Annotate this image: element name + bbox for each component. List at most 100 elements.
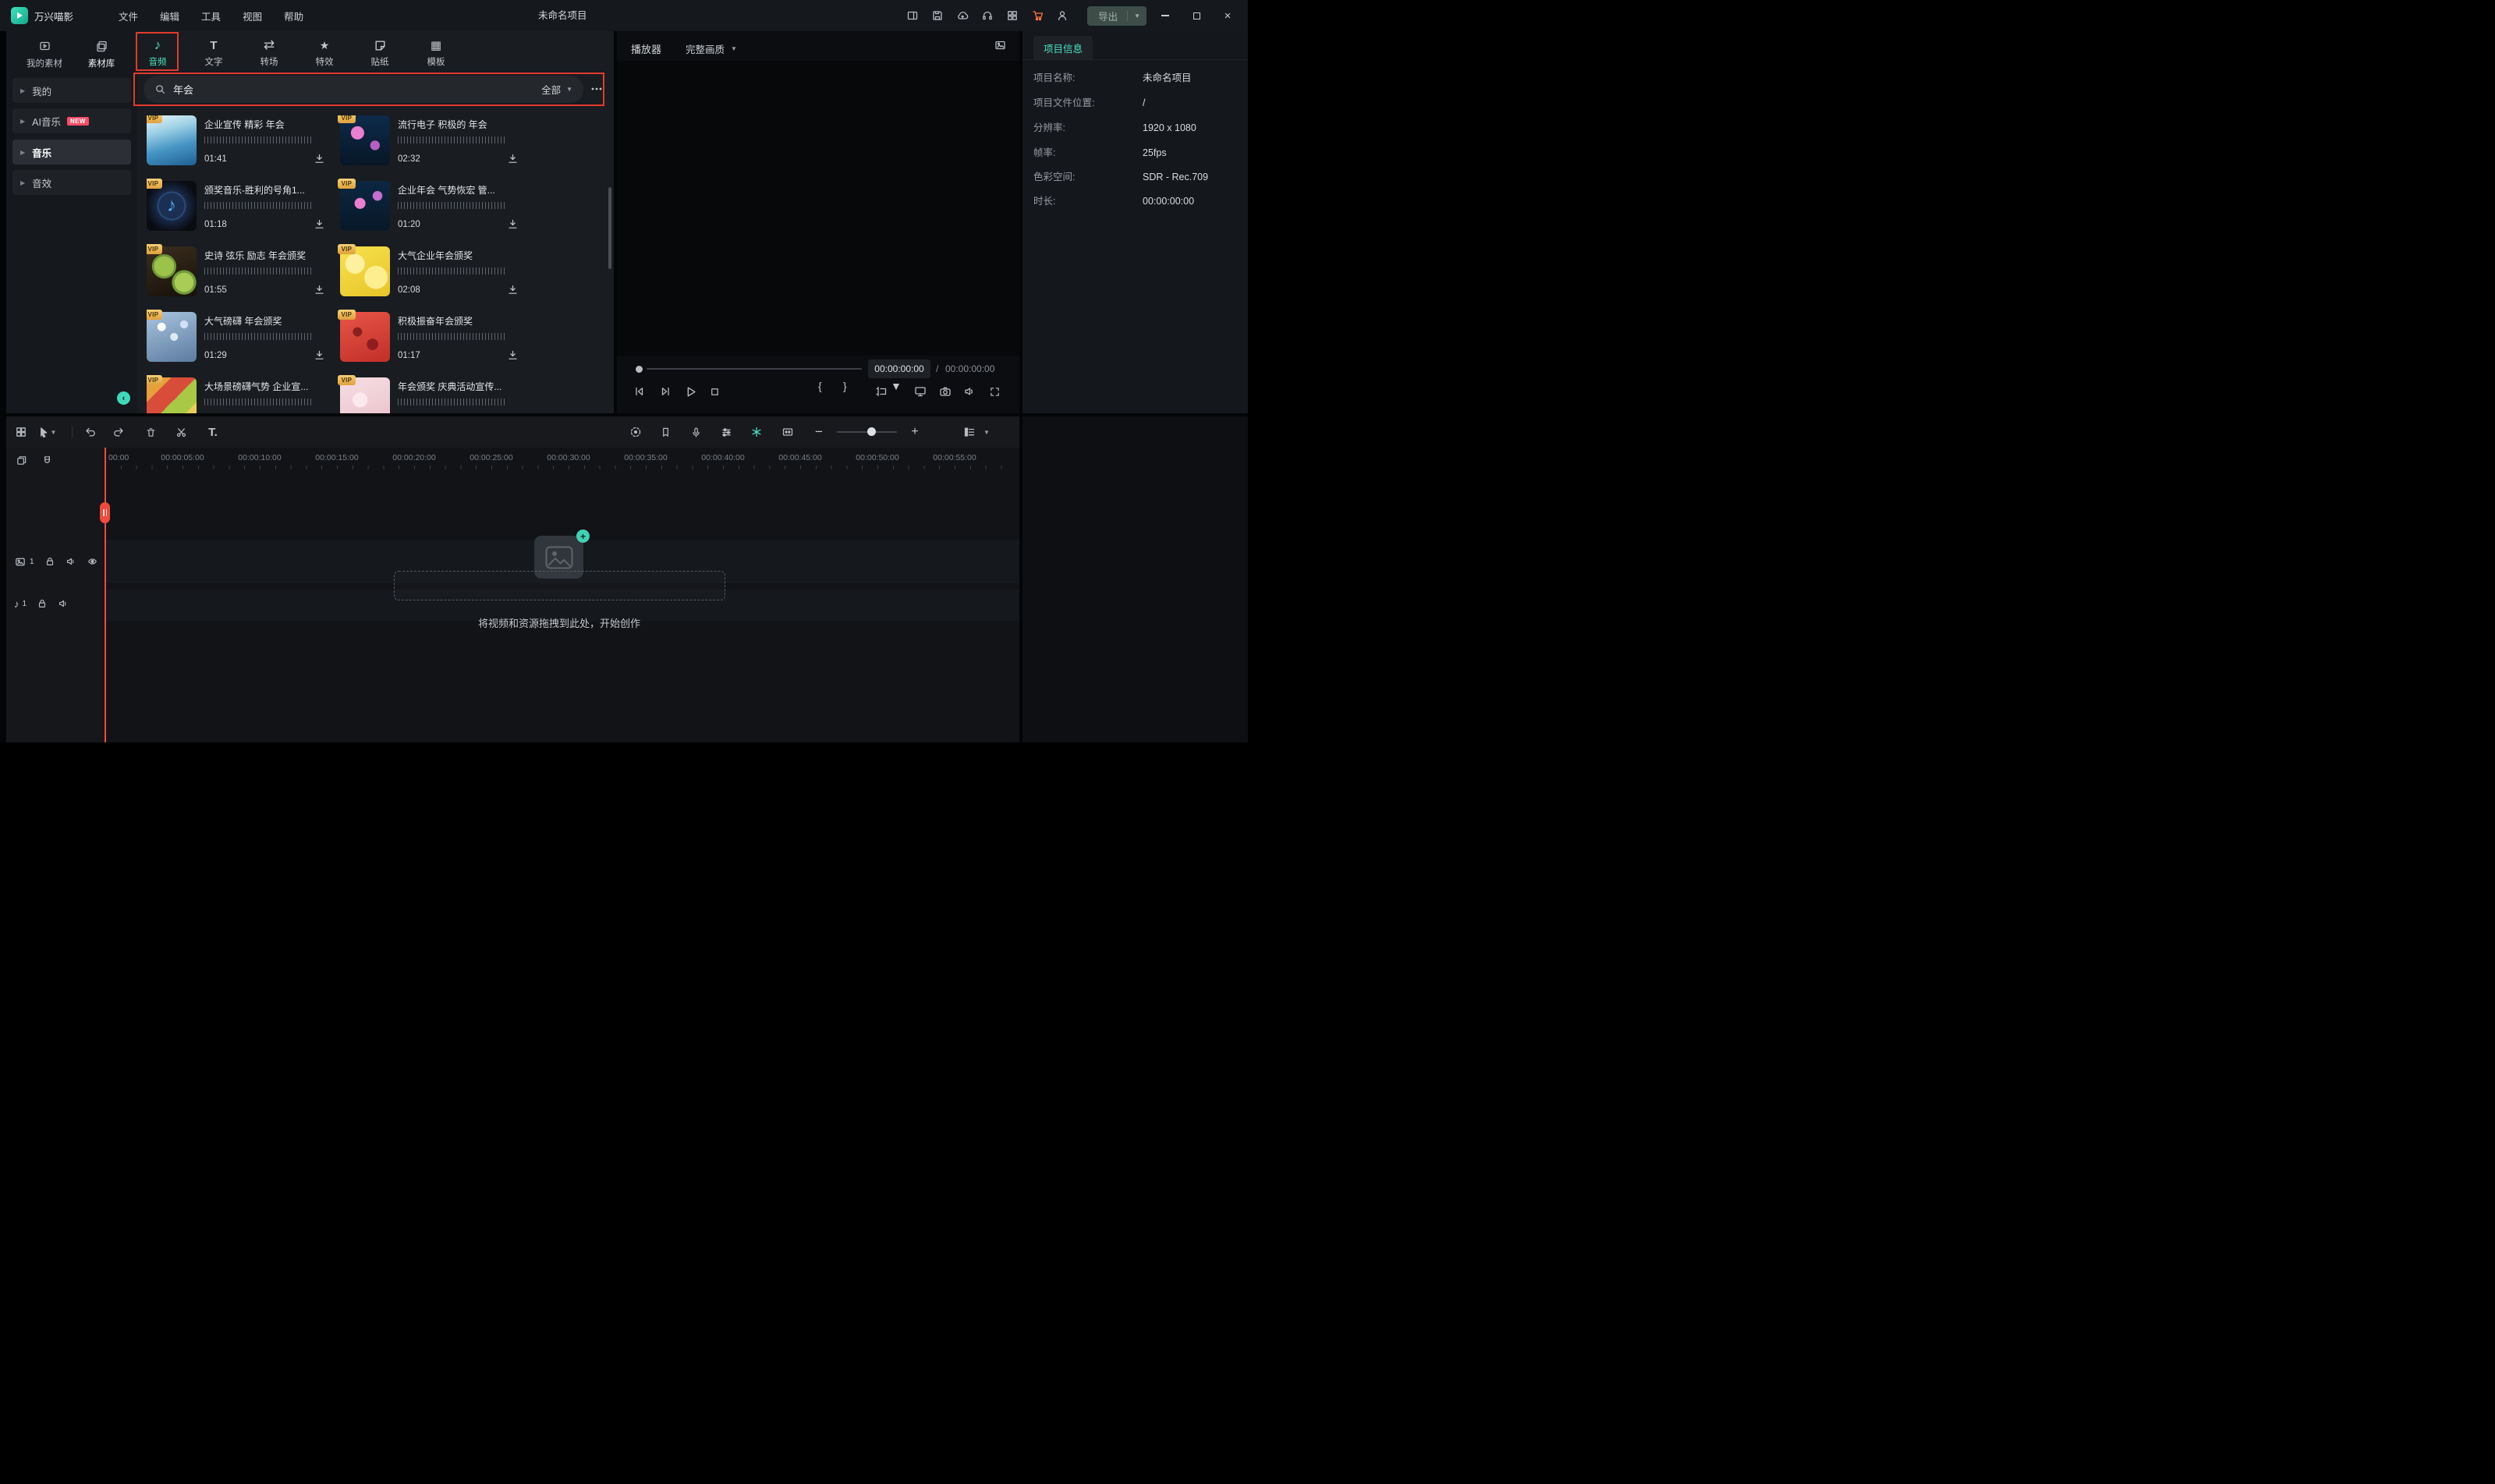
save-icon[interactable]: [928, 5, 947, 26]
pointer-tool-icon[interactable]: ▼: [36, 416, 58, 448]
tab-effects[interactable]: ★ 特效: [304, 37, 345, 68]
music-item[interactable]: VIP 积极振奋年会颁奖 01:17: [340, 312, 519, 362]
delete-icon[interactable]: [140, 416, 161, 448]
export-button[interactable]: 导出 ▼: [1087, 6, 1146, 26]
sidebar-item-sound-effects[interactable]: ▶ 音效: [12, 170, 131, 195]
tab-stickers[interactable]: 贴纸: [360, 37, 400, 68]
menu-view[interactable]: 视图: [243, 9, 262, 23]
app-logo-icon[interactable]: [11, 7, 28, 24]
display-output-icon[interactable]: [909, 380, 931, 403]
menu-edit[interactable]: 编辑: [160, 9, 179, 23]
more-options-icon[interactable]: [590, 83, 604, 95]
mark-out-icon[interactable]: }: [843, 380, 865, 403]
chevron-down-icon[interactable]: ▼: [891, 380, 900, 403]
tab-project-info[interactable]: 项目信息: [1033, 36, 1093, 59]
download-icon[interactable]: [314, 154, 324, 164]
zoom-slider-handle[interactable]: [867, 427, 876, 436]
keyframe-icon[interactable]: [746, 416, 767, 448]
voiceover-mic-icon[interactable]: [685, 416, 707, 448]
play-icon[interactable]: [679, 380, 701, 403]
media-browser-icon[interactable]: [10, 416, 32, 448]
split-scissors-icon[interactable]: [170, 416, 192, 448]
tab-text[interactable]: T 文字: [193, 37, 234, 68]
download-icon[interactable]: [314, 285, 324, 295]
search-input[interactable]: 年会 全部 ▼: [144, 76, 583, 103]
headset-support-icon[interactable]: [978, 5, 997, 26]
menu-tools[interactable]: 工具: [201, 9, 221, 23]
tab-transitions[interactable]: ⇄ 转场: [249, 37, 289, 68]
text-tool-icon[interactable]: T.: [202, 416, 224, 448]
undo-icon[interactable]: [79, 416, 101, 448]
track-manager-icon[interactable]: [959, 416, 980, 448]
zoom-in-icon[interactable]: +: [904, 416, 926, 448]
download-icon[interactable]: [508, 285, 518, 295]
magnet-snap-icon[interactable]: [37, 452, 56, 468]
sidebar-item-music[interactable]: ▶ 音乐: [12, 140, 131, 165]
timeline-drop-zone[interactable]: [394, 571, 725, 600]
auto-ripple-icon[interactable]: [777, 416, 799, 448]
redo-icon[interactable]: [108, 416, 130, 448]
apps-grid-icon[interactable]: [1003, 5, 1022, 26]
sidebar-item-mine[interactable]: ▶ 我的: [12, 78, 131, 103]
seek-handle[interactable]: [636, 366, 643, 373]
expand-arrow-icon[interactable]: ▶: [20, 149, 25, 156]
collapse-sidebar-button[interactable]: ‹: [117, 391, 130, 405]
account-icon[interactable]: [1053, 5, 1072, 26]
search-filter-dropdown[interactable]: 全部 ▼: [541, 82, 572, 97]
duplicate-icon[interactable]: [12, 452, 30, 468]
tab-audio[interactable]: ♪ 音频: [137, 37, 178, 68]
mute-track-icon[interactable]: [58, 598, 69, 609]
audio-mixer-icon[interactable]: [715, 416, 737, 448]
lock-icon[interactable]: [44, 556, 55, 567]
music-item[interactable]: VIP 流行电子 积极的 年会 02:32: [340, 115, 519, 165]
seek-bar[interactable]: [647, 368, 862, 370]
crop-ratio-icon[interactable]: [870, 380, 892, 403]
mark-in-icon[interactable]: {: [818, 380, 840, 403]
music-item[interactable]: VIP 年会颁奖 庆典活动宣传...: [340, 377, 519, 413]
timeline-ruler[interactable]: 00:00 00:00:05:00 00:00:10:00 00:00:15:0…: [6, 448, 1019, 469]
expand-arrow-icon[interactable]: ▶: [20, 118, 25, 125]
fullscreen-icon[interactable]: [983, 380, 1005, 403]
music-item[interactable]: VIP 大气企业年会颁奖 02:08: [340, 246, 519, 296]
render-preview-icon[interactable]: [625, 416, 647, 448]
compare-view-icon[interactable]: [994, 39, 1007, 51]
music-item[interactable]: VIP 企业宣传 精彩 年会 01:41: [147, 115, 326, 165]
add-media-plus-icon[interactable]: +: [576, 529, 590, 543]
cloud-upload-icon[interactable]: [953, 5, 972, 26]
menu-file[interactable]: 文件: [119, 9, 138, 23]
music-item[interactable]: VIP 史诗 弦乐 励志 年会颁奖 01:55: [147, 246, 326, 296]
mute-track-icon[interactable]: [66, 556, 76, 567]
tab-my-media[interactable]: 我的素材: [17, 38, 72, 69]
tab-stock-media[interactable]: 素材库: [74, 38, 129, 69]
lock-icon[interactable]: [37, 598, 48, 609]
previous-frame-icon[interactable]: [629, 380, 650, 403]
maximize-button[interactable]: [1184, 5, 1209, 26]
scrollbar-thumb[interactable]: [608, 187, 611, 269]
close-button[interactable]: ×: [1215, 5, 1240, 26]
music-item[interactable]: VIP 颁奖音乐-胜利的号角1... 01:18: [147, 181, 326, 231]
stop-icon[interactable]: [703, 380, 725, 403]
quality-dropdown[interactable]: 完整画质 ▼: [686, 41, 737, 56]
download-icon[interactable]: [508, 154, 518, 164]
next-frame-icon[interactable]: [654, 380, 676, 403]
expand-arrow-icon[interactable]: ▶: [20, 179, 25, 186]
export-chevron-down-icon[interactable]: ▼: [1128, 12, 1146, 19]
music-item[interactable]: VIP 企业年会 气势恢宏 管... 01:20: [340, 181, 519, 231]
minimize-button[interactable]: [1153, 5, 1178, 26]
download-icon[interactable]: [314, 350, 324, 360]
visibility-eye-icon[interactable]: [87, 556, 98, 567]
music-item[interactable]: VIP 大场景磅礴气势 企业宣...: [147, 377, 326, 413]
chevron-down-icon[interactable]: ▼: [981, 416, 992, 448]
sidebar-item-ai-music[interactable]: ▶ AI音乐 NEW: [12, 108, 131, 133]
expand-arrow-icon[interactable]: ▶: [20, 87, 25, 94]
layout-icon[interactable]: [903, 5, 922, 26]
download-icon[interactable]: [508, 350, 518, 360]
menu-help[interactable]: 帮助: [284, 9, 303, 23]
snapshot-camera-icon[interactable]: [934, 380, 956, 403]
download-icon[interactable]: [508, 219, 518, 229]
volume-icon[interactable]: [959, 380, 980, 403]
download-icon[interactable]: [314, 219, 324, 229]
zoom-out-icon[interactable]: −: [808, 416, 830, 448]
marker-icon[interactable]: [654, 416, 676, 448]
playhead-handle[interactable]: [100, 502, 110, 523]
